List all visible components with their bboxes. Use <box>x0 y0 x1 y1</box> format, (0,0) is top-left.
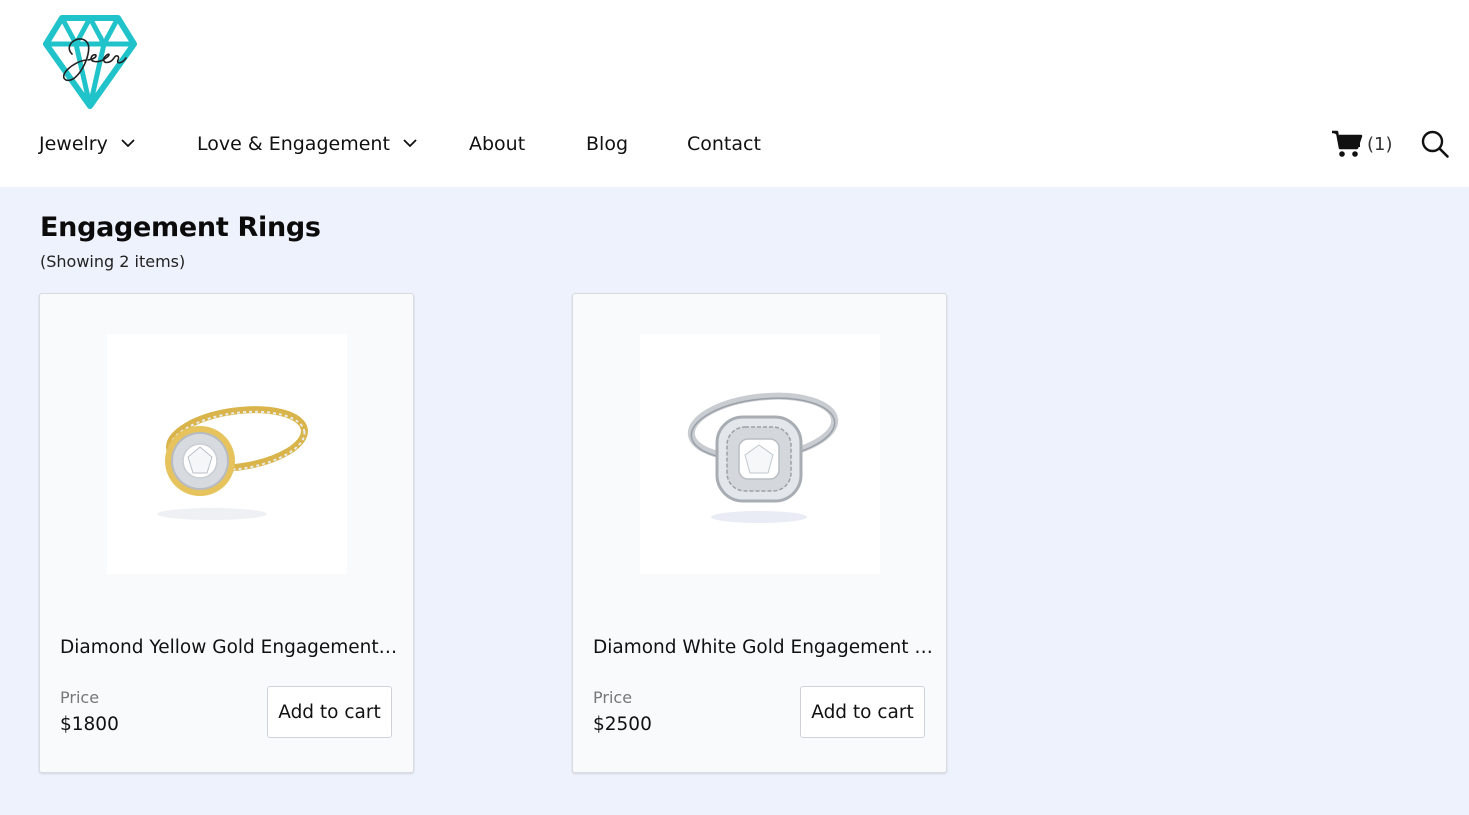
nav-item-love-engagement[interactable]: Love & Engagement <box>197 126 418 162</box>
product-name[interactable]: Diamond Yellow Gold Engagement Ring <box>60 637 400 658</box>
nav-item-label: Contact <box>687 133 761 155</box>
add-to-cart-button[interactable]: Add to cart <box>267 686 392 738</box>
search-icon <box>1421 130 1449 158</box>
add-to-cart-button[interactable]: Add to cart <box>800 686 925 738</box>
cart-button[interactable]: (1) <box>1331 128 1393 160</box>
chevron-down-icon <box>121 139 135 148</box>
nav-item-about[interactable]: About <box>469 126 525 162</box>
cart-count: (1) <box>1367 133 1393 155</box>
price-value: $1800 <box>60 714 119 735</box>
nav-item-label: About <box>469 133 526 155</box>
nav-item-label: Jewelry <box>39 133 108 155</box>
nav-item-contact[interactable]: Contact <box>687 126 761 162</box>
nav-item-blog[interactable]: Blog <box>586 126 628 162</box>
item-count: (Showing 2 items) <box>40 252 186 271</box>
price-label: Price <box>593 688 633 707</box>
product-card: Diamond Yellow Gold Engagement Ring Pric… <box>39 293 414 773</box>
product-image[interactable] <box>107 334 347 574</box>
main-nav: Jewelry Love & Engagement About Blog Con… <box>0 126 1469 162</box>
brand-logo[interactable] <box>42 14 138 110</box>
page-title: Engagement Rings <box>40 212 321 243</box>
product-image[interactable] <box>640 334 880 574</box>
cart-icon <box>1332 130 1363 157</box>
price-label: Price <box>60 688 100 707</box>
ring-image <box>157 406 308 520</box>
nav-item-label: Blog <box>586 133 628 155</box>
price-value: $2500 <box>593 714 652 735</box>
nav-item-label: Love & Engagement <box>197 133 390 155</box>
chevron-down-icon <box>403 139 417 148</box>
nav-item-jewelry[interactable]: Jewelry <box>39 126 136 162</box>
product-card: Diamond White Gold Engagement Ring Price… <box>572 293 947 773</box>
product-name[interactable]: Diamond White Gold Engagement Ring <box>593 637 933 658</box>
diamond-logo-icon <box>43 15 137 109</box>
ring-image <box>687 392 839 523</box>
search-button[interactable] <box>1420 129 1450 159</box>
site-header: Jewelry Love & Engagement About Blog Con… <box>0 0 1469 187</box>
